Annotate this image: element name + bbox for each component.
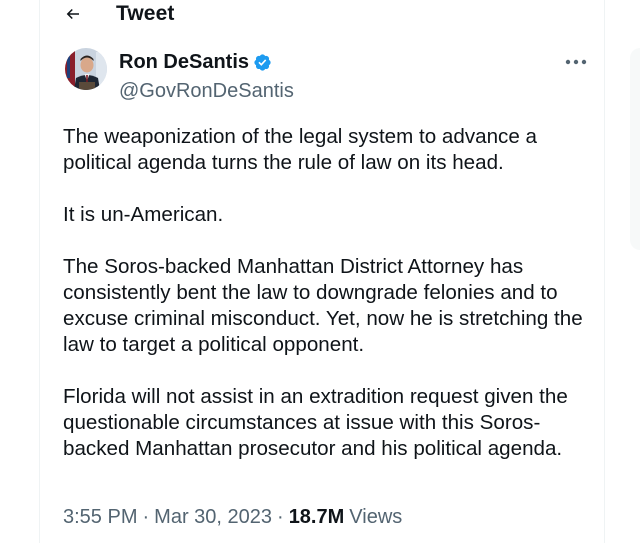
page-title: Tweet: [116, 2, 175, 25]
tweet-paragraph: The weaponization of the legal system to…: [63, 125, 537, 174]
views-count[interactable]: 18.7M: [289, 506, 345, 529]
tweet-body: The weaponization of the legal system to…: [63, 124, 603, 488]
more-options-button[interactable]: [562, 52, 590, 72]
tweet-paragraph: The Soros-backed Manhattan District Atto…: [63, 255, 583, 356]
tweet-time[interactable]: 3:55 PM: [63, 506, 137, 529]
tweet-page: Tweet Ron DeSantis @GovRonDeSantis The w…: [0, 0, 640, 543]
sidebar-edge: [630, 48, 640, 250]
tweet-meta: 3:55 PM · Mar 30, 2023 · 18.7M Views: [63, 506, 402, 529]
author-handle[interactable]: @GovRonDeSantis: [119, 80, 294, 103]
tweet-paragraph: Florida will not assist in an extraditio…: [63, 385, 568, 460]
views-label: Views: [349, 506, 403, 528]
more-horizontal-icon: [565, 59, 587, 65]
author-name-row: Ron DeSantis: [119, 49, 272, 75]
arrow-left-icon: [66, 8, 79, 20]
back-button[interactable]: [58, 0, 88, 29]
verified-badge-icon: [254, 53, 271, 71]
page-header: Tweet: [40, 0, 604, 30]
meta-separator: ·: [277, 506, 284, 528]
avatar[interactable]: [65, 48, 107, 90]
author-display-name[interactable]: Ron DeSantis: [119, 51, 249, 74]
tweet-paragraph: It is un-American.: [63, 203, 224, 226]
tweet-date[interactable]: Mar 30, 2023: [154, 506, 272, 529]
meta-separator: ·: [142, 506, 150, 528]
main-column: Tweet Ron DeSantis @GovRonDeSantis The w…: [39, 0, 605, 543]
